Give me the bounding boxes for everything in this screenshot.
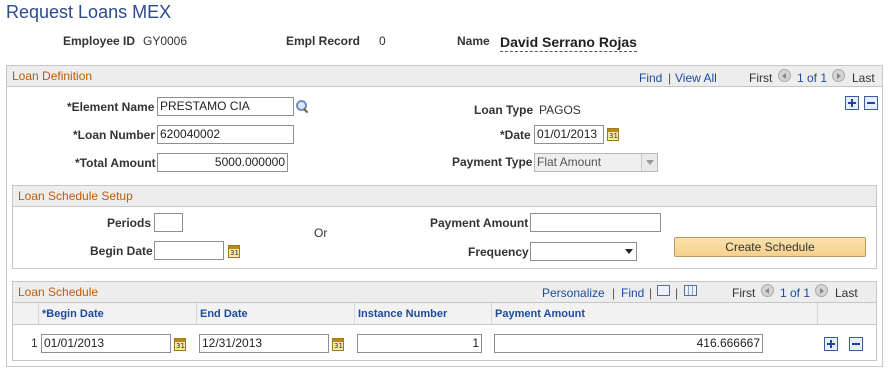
employee-id-value: GY0006 xyxy=(143,34,188,48)
find-link[interactable]: Find xyxy=(639,71,662,85)
page-title: Request Loans MEX xyxy=(6,2,172,22)
loan-number-input[interactable]: 620040002 xyxy=(157,125,294,144)
loan-type-value: PAGOS xyxy=(539,103,581,117)
employee-id-label: Employee ID xyxy=(63,34,136,48)
instance-number-cell-input[interactable]: 1 xyxy=(357,334,482,353)
empl-record-value: 0 xyxy=(379,34,386,48)
grid-find-link[interactable]: Find xyxy=(621,286,644,300)
payment-amount-cell-input[interactable]: 416.666667 xyxy=(494,334,763,353)
nav-separator: | xyxy=(649,286,653,300)
periods-input[interactable] xyxy=(154,213,183,232)
personalize-link[interactable]: Personalize xyxy=(542,286,605,300)
grid-first-label: First xyxy=(732,286,756,300)
or-text: Or xyxy=(314,226,328,240)
frequency-label: Frequency xyxy=(468,245,529,259)
add-row-icon[interactable] xyxy=(824,337,838,351)
grid-header-instance-number[interactable]: Instance Number xyxy=(355,303,492,325)
nav-separator: | xyxy=(612,286,616,300)
begin-date-label: Begin Date xyxy=(90,244,153,258)
delete-row-icon[interactable] xyxy=(849,337,863,351)
name-label: Name xyxy=(457,34,490,48)
last-label: Last xyxy=(852,71,875,85)
grid-header-label: Instance Number xyxy=(358,308,448,320)
periods-label: Periods xyxy=(107,216,152,230)
end-date-cell-input[interactable]: 12/31/2013 xyxy=(199,334,329,353)
payment-type-value: Flat Amount xyxy=(537,155,602,169)
loan-number-label: *Loan Number xyxy=(73,128,156,142)
begin-date-calendar-icon[interactable] xyxy=(228,245,240,258)
empl-record-label: Empl Record xyxy=(286,34,361,48)
next-icon[interactable] xyxy=(832,69,845,83)
delete-row-icon[interactable] xyxy=(864,96,878,110)
loan-schedule-title: Loan Schedule xyxy=(18,285,99,299)
new-window-icon[interactable] xyxy=(657,285,670,296)
chevron-down-icon xyxy=(646,160,654,165)
employee-name[interactable]: David Serrano Rojas xyxy=(500,34,637,52)
create-schedule-button[interactable]: Create Schedule xyxy=(674,237,866,257)
begin-date-cell-input[interactable]: 01/01/2013 xyxy=(41,334,171,353)
previous-icon[interactable] xyxy=(778,69,791,83)
grid-previous-icon[interactable] xyxy=(761,284,774,298)
total-amount-label: *Total Amount xyxy=(75,156,156,170)
table-row: 1 01/01/2013 12/31/2013 1 416.666667 xyxy=(13,326,876,359)
payment-amount-input[interactable] xyxy=(530,213,661,232)
chevron-down-icon xyxy=(625,249,633,254)
frequency-select[interactable] xyxy=(530,242,637,261)
download-grid-icon[interactable] xyxy=(684,285,697,296)
grid-header-label: End Date xyxy=(200,308,248,320)
calendar-icon[interactable] xyxy=(607,128,619,141)
grid-header-end-date[interactable]: End Date xyxy=(197,303,355,325)
payment-amount-label: Payment Amount xyxy=(430,216,529,230)
grid-header-label: Payment Amount xyxy=(495,308,586,320)
row-end-calendar-icon[interactable] xyxy=(332,338,344,351)
date-input[interactable]: 01/01/2013 xyxy=(534,125,604,144)
grid-next-icon[interactable] xyxy=(815,284,828,298)
loan-type-label: Loan Type xyxy=(474,103,534,117)
loan-definition-title: Loan Definition xyxy=(12,69,93,83)
payment-type-dropdown-button xyxy=(641,154,657,171)
add-row-icon[interactable] xyxy=(845,96,859,110)
total-amount-input[interactable]: 5000.000000 xyxy=(157,153,288,172)
nav-separator: | xyxy=(675,286,679,300)
grid-header-label: *Begin Date xyxy=(42,308,104,320)
payment-type-select: Flat Amount xyxy=(534,153,658,172)
grid-row-number-header xyxy=(13,303,39,325)
element-name-label: *Element Name xyxy=(67,100,155,114)
schedule-setup-header: Loan Schedule Setup xyxy=(13,186,876,207)
row-begin-calendar-icon[interactable] xyxy=(174,338,186,351)
lookup-icon[interactable] xyxy=(296,100,308,112)
payment-type-label: Payment Type xyxy=(452,155,533,169)
grid-last-label: Last xyxy=(835,286,858,300)
nav-separator: | xyxy=(668,71,672,85)
first-label: First xyxy=(749,71,773,85)
row-number: 1 xyxy=(31,336,38,350)
view-all-link[interactable]: View All xyxy=(675,71,717,85)
begin-date-input[interactable] xyxy=(154,241,224,260)
row-range-label: 1 of 1 xyxy=(797,71,828,85)
grid-actions-header xyxy=(818,303,876,325)
grid-header-payment-amount[interactable]: Payment Amount xyxy=(492,303,818,325)
grid-row-range: 1 of 1 xyxy=(780,286,811,300)
element-name-input[interactable]: PRESTAMO CIA xyxy=(157,97,294,116)
grid-header-begin-date[interactable]: *Begin Date xyxy=(39,303,197,325)
date-label: *Date xyxy=(500,128,531,142)
schedule-setup-title: Loan Schedule Setup xyxy=(18,189,133,203)
